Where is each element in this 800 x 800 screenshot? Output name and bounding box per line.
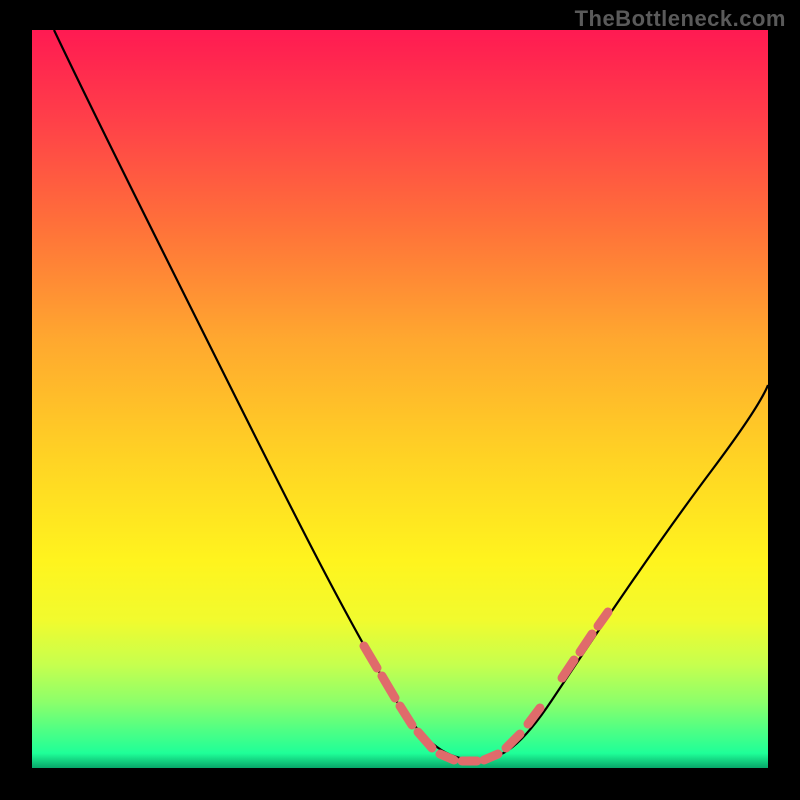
bottleneck-curve-line	[54, 30, 768, 760]
watermark-text: TheBottleneck.com	[575, 6, 786, 32]
chart-container: TheBottleneck.com	[0, 0, 800, 800]
highlight-dashes	[364, 612, 608, 761]
curve-svg	[32, 30, 768, 768]
plot-area	[32, 30, 768, 768]
